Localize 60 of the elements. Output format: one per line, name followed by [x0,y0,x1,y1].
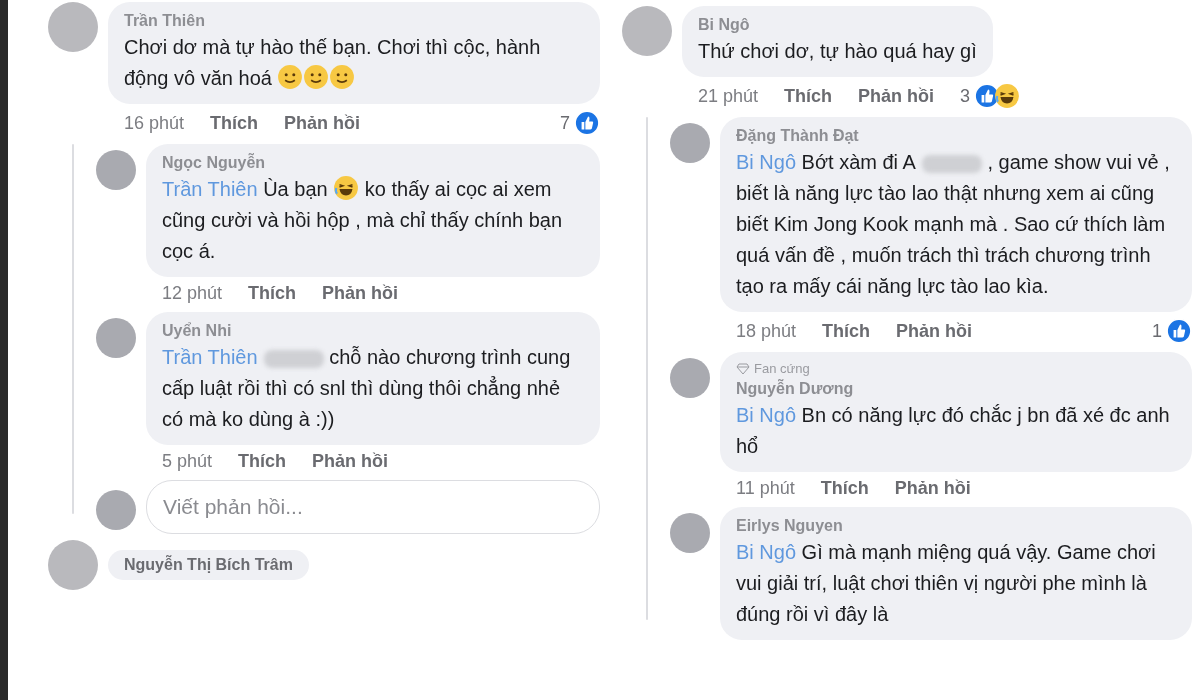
avatar[interactable] [622,6,672,56]
like-link[interactable]: Thích [822,320,871,342]
like-icon [1166,318,1192,344]
blurred-text [263,349,324,368]
laughing-reaction-icon [994,83,1021,109]
comment-text: Trần Thiên chỗ nào chương trình cung cấp luật rồi thì có snl thì dùng thôi chẳng nhẻ có mà ko dùng à :)) [162,345,572,432]
smile-emoji-icon [277,64,304,90]
avatar[interactable] [670,123,710,163]
like-link[interactable]: Thích [248,283,297,304]
like-link[interactable]: Thích [238,451,287,472]
blurred-text [921,154,982,173]
laughing-emoji-icon [333,175,360,201]
timestamp: 16 phút [124,112,185,134]
avatar[interactable] [48,540,98,590]
reply-input[interactable]: Viết phản hồi... [146,480,600,534]
reaction-count: 1 [1152,320,1162,342]
fan-badge: Fan cứng [736,360,1176,378]
timestamp: 5 phút [162,451,213,472]
avatar[interactable] [96,318,136,358]
author-name[interactable]: Trần Thiên [124,10,584,32]
comment-text: Thứ chơi dơ, tự hào quá hay gì [698,39,977,64]
reply-link[interactable]: Phản hồi [858,85,935,107]
comment-text: Bi Ngô Bn có năng lực đó chắc j bn đã xé đc anh hổ [736,403,1171,459]
smile-emoji-icon [303,64,330,90]
author-name[interactable]: Uyển Nhi [162,320,584,342]
comment-text: Trần Thiên Ùa bạn ko thấy ai cọc ai xem cũng cười và hồi hộp , mà chỉ thấy chính bạn cọc á. [162,174,584,267]
smile-emoji-icon [329,64,356,90]
mention-link[interactable]: Bi Ngô [736,151,797,173]
reply-link[interactable]: Phản hồi [322,283,399,304]
avatar[interactable] [48,2,98,52]
mention-link[interactable]: Bi Ngô [736,541,797,563]
avatar [96,490,136,530]
timestamp: 11 phút [736,478,795,499]
reply-link[interactable]: Phản hồi [894,478,971,499]
author-name[interactable]: Ngọc Nguyễn [162,152,584,174]
mention-link[interactable]: Trần Thiên [162,346,258,368]
like-link[interactable]: Thích [210,112,259,134]
avatar[interactable] [670,513,710,553]
author-name[interactable]: Nguyễn Thị Bích Trâm [108,550,309,580]
reaction-count: 3 [960,85,971,107]
author-name[interactable]: Eirlys Nguyen [736,515,1176,537]
avatar[interactable] [670,358,710,398]
timestamp: 12 phút [162,283,223,304]
timestamp: 21 phút [698,85,759,107]
reply-link[interactable]: Phản hồi [284,112,361,134]
comment-text: Bi Ngô Gì mà mạnh miệng quá vậy. Game chơi vui giải trí, luật chơi thiên vị người phe mình là đúng rồi vì đây là [736,540,1157,627]
comment-text: Chơi dơ mà tự hào thế bạn. Chơi thì cộc, hành động vô văn hoá [124,35,542,92]
author-name[interactable]: Nguyễn Dương [736,378,1176,400]
reaction-count: 7 [560,112,570,134]
reply-link[interactable]: Phản hồi [312,451,389,472]
author-name[interactable]: Bi Ngô [698,14,977,36]
mention-link[interactable]: Bi Ngô [736,404,797,426]
mention-link[interactable]: Trần Thiên [162,178,258,200]
avatar[interactable] [96,150,136,190]
reply-link[interactable]: Phản hồi [896,320,973,342]
like-link[interactable]: Thích [820,478,869,499]
author-name[interactable]: Đặng Thành Đạt [736,125,1176,147]
like-link[interactable]: Thích [784,85,833,107]
timestamp: 18 phút [736,320,797,342]
comment-text: Bi Ngô Bớt xàm đi A , game show vui vẻ , biết là năng lực tào lao thật nhưng xem ai cũng biết Kim Jong Kook mạnh mà . Sao cứ thích làm quá vấn đề , muốn trách thì trách chương trình tạo ra mấy cái năng lực tào lao kìa. [736,150,1171,299]
